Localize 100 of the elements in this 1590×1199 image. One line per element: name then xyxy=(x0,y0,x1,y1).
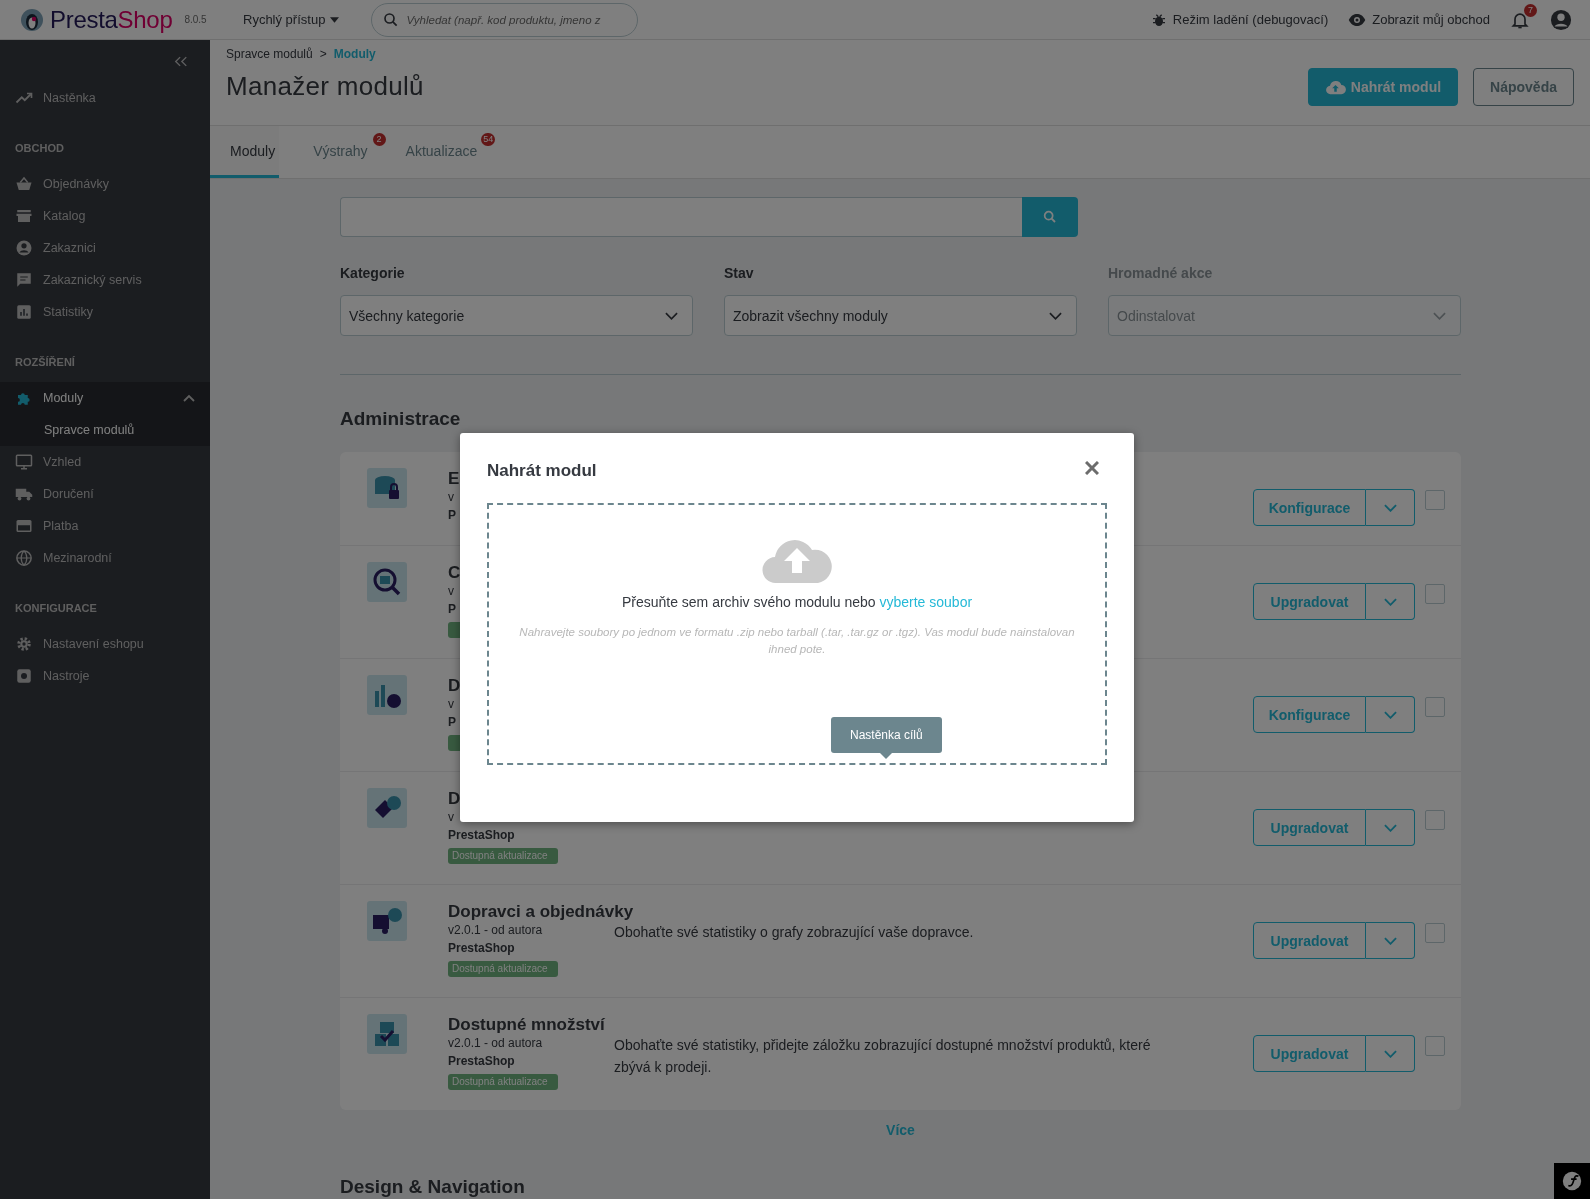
section-title: Administrace xyxy=(340,408,462,430)
cloud-upload-icon xyxy=(1324,79,1346,95)
filter-select[interactable]: Všechny kategorie xyxy=(340,295,693,336)
search-button[interactable] xyxy=(1022,197,1078,237)
tab[interactable]: Aktualizace xyxy=(385,126,482,178)
module-author: P xyxy=(448,714,456,731)
search-icon xyxy=(1042,209,1058,225)
choose-file-link[interactable]: vyberte soubor xyxy=(879,594,973,610)
sidebar-item[interactable]: Nastěnka xyxy=(0,82,210,114)
caret-icon xyxy=(1383,503,1397,512)
module-icon xyxy=(367,675,407,715)
module-action-button[interactable]: Upgradovat xyxy=(1253,809,1366,846)
sidebar-subitem[interactable]: Spravce modulů xyxy=(0,414,210,446)
sidebar-item[interactable]: Doručení xyxy=(0,478,210,510)
breadcrumb-link[interactable]: Spravce modulů xyxy=(226,47,313,61)
module-name: C xyxy=(448,562,461,584)
update-badge: Dostupná aktualizace xyxy=(448,1074,558,1090)
sidebar-item[interactable]: Zakaznický servis xyxy=(0,264,210,296)
gear-icon xyxy=(15,635,33,653)
module-description: Obohaťte své statistiky, přidejte záložku zobrazující dostupné množství produktů, které zbývá k prodeji. xyxy=(614,1036,1152,1077)
dropdown-button[interactable] xyxy=(1366,809,1415,846)
module-icon xyxy=(367,1014,407,1054)
sidebar-item[interactable]: Platba xyxy=(0,510,210,542)
checkbox[interactable] xyxy=(1425,697,1445,717)
caret-icon xyxy=(1383,710,1397,719)
logo-wordmark: PrestaShop xyxy=(50,5,173,34)
module-author: PrestaShop xyxy=(448,1053,515,1070)
checkbox[interactable] xyxy=(1425,490,1445,510)
drop-prompt: Přesuňte sem archiv svého modulu nebo vyberte soubor xyxy=(621,594,973,610)
caret-icon xyxy=(1383,936,1397,945)
modal-title: Nahrát modul xyxy=(487,460,597,481)
sidebar-item[interactable]: Moduly xyxy=(0,382,210,414)
module-name: E xyxy=(448,468,460,490)
debug-mode-link[interactable]: Režim ladění (debugovací) xyxy=(1150,11,1329,28)
checkbox[interactable] xyxy=(1425,584,1445,604)
filter-label: Kategorie xyxy=(340,265,406,281)
module-author: P xyxy=(448,507,456,524)
sidebar-item[interactable]: Objednávky xyxy=(0,168,210,200)
tab[interactable]: Výstrahy xyxy=(293,126,372,178)
module-author: PrestaShop xyxy=(448,827,515,844)
sidebar-item[interactable]: Nastavení eshopu xyxy=(0,628,210,660)
sidebar-item[interactable]: Katalog xyxy=(0,200,210,232)
symfony-toolbar-icon[interactable] xyxy=(1554,1163,1590,1199)
module-action-button[interactable]: Upgradovat xyxy=(1253,1035,1366,1072)
module-author: PrestaShop xyxy=(448,940,515,957)
module-version: v2.0.1 - od autora xyxy=(448,923,543,938)
sidebar-heading: OBCHOD xyxy=(14,141,65,156)
module-name: Dopravci a objednávky xyxy=(448,901,634,923)
upload-module-button[interactable]: Nahrát modul xyxy=(1307,68,1459,106)
module-search-field[interactable] xyxy=(340,197,1022,237)
checkbox[interactable] xyxy=(1425,923,1445,943)
chat-icon xyxy=(15,271,33,289)
update-badge: Dostupná aktualizace xyxy=(448,848,558,864)
module-name: Dostupné množství xyxy=(448,1014,605,1036)
module-action-button[interactable]: Konfigurace xyxy=(1253,696,1366,733)
dropdown-button[interactable] xyxy=(1366,1035,1415,1072)
caret-icon xyxy=(1383,823,1397,832)
sidebar-item[interactable]: Mezinarodní xyxy=(0,542,210,574)
module-action-button[interactable]: Upgradovat xyxy=(1253,922,1366,959)
module-version: v xyxy=(448,490,454,505)
card-icon xyxy=(15,517,33,535)
filter-label: Stav xyxy=(724,265,755,281)
chevron-icon xyxy=(665,311,678,320)
view-shop-link[interactable]: Zobrazit můj obchod xyxy=(1348,10,1490,29)
dropdown-button[interactable] xyxy=(1366,489,1415,526)
close-icon[interactable] xyxy=(1085,461,1099,475)
search-input[interactable]: Vyhledat (např. kod produktu, jmeno z xyxy=(406,13,625,26)
version-label: 8.0.5 xyxy=(184,14,207,25)
upload-hint: Nahravejte soubory po jednom ve formatu .zip nebo tarball (.tar, .tar.gz or .tgz). Vas modul bude nainstalovan ihned pote. xyxy=(518,625,1076,657)
quick-access-menu[interactable]: Rychlý přístup xyxy=(225,12,354,27)
module-icon xyxy=(367,788,407,828)
notification-count: 7 xyxy=(1524,3,1537,17)
module-action-button[interactable]: Konfigurace xyxy=(1253,489,1366,526)
breadcrumb-link[interactable]: Moduly xyxy=(333,47,376,61)
checkbox[interactable] xyxy=(1425,810,1445,830)
basket-icon xyxy=(15,175,33,193)
dropdown-button[interactable] xyxy=(1366,922,1415,959)
module-icon xyxy=(367,468,407,508)
bug-icon xyxy=(1150,11,1167,28)
module-action-button[interactable]: Upgradovat xyxy=(1253,583,1366,620)
dropdown-button[interactable] xyxy=(1366,583,1415,620)
more-link[interactable]: Více xyxy=(886,1122,915,1138)
filter-select[interactable]: Zobrazit všechny moduly xyxy=(724,295,1077,336)
sidebar-item[interactable]: Nastroje xyxy=(0,660,210,692)
collapse-icon[interactable] xyxy=(174,55,188,67)
tooltip: Nastěnka cílů xyxy=(831,717,942,759)
dropdown-button[interactable] xyxy=(1366,696,1415,733)
sidebar-item[interactable]: Statistiky xyxy=(0,296,210,328)
count-badge: 2 xyxy=(372,133,386,146)
module-version: v xyxy=(448,584,454,599)
user-avatar-icon[interactable] xyxy=(1550,8,1572,31)
section-title: Design & Navigation xyxy=(340,1176,526,1198)
caret-icon xyxy=(1383,597,1397,606)
sidebar-item[interactable]: Zakaznici xyxy=(0,232,210,264)
help-button[interactable]: Nápověda xyxy=(1473,68,1574,106)
module-author: P xyxy=(448,601,456,618)
page-title: Manažer modulů xyxy=(226,71,424,102)
checkbox[interactable] xyxy=(1425,1036,1445,1056)
logo-icon xyxy=(20,7,44,32)
sidebar-item[interactable]: Vzhled xyxy=(0,446,210,478)
